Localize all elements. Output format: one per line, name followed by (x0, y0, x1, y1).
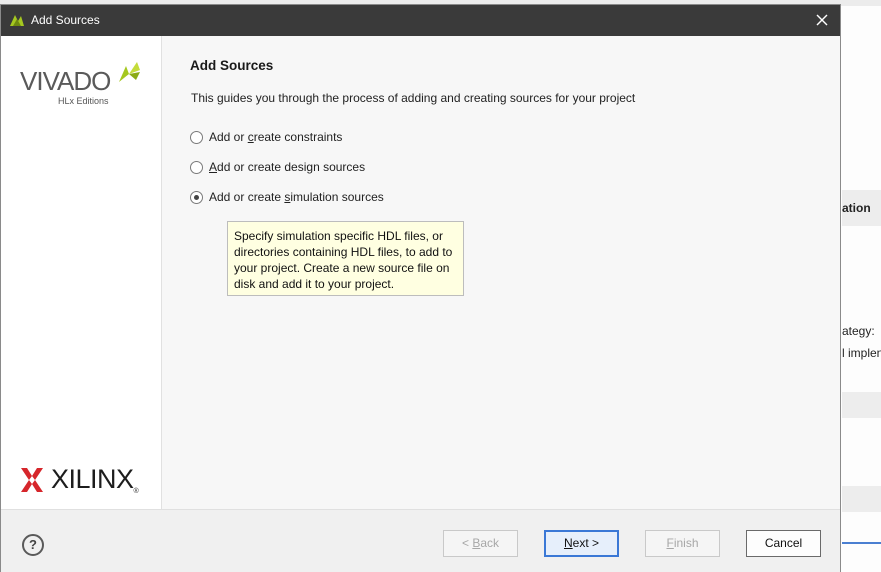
xilinx-logo: XILINX® (21, 464, 139, 495)
page-title: Add Sources (190, 58, 274, 73)
finish-button[interactable]: Finish (645, 530, 720, 557)
vivado-app-icon (9, 12, 25, 28)
close-button[interactable] (810, 8, 834, 32)
vivado-edition-text: HLx Editions (58, 96, 109, 106)
registered-mark: ® (133, 488, 139, 495)
page-description: This guides you through the process of a… (191, 91, 636, 105)
simulation-sources-tooltip: Specify simulation specific HDL files, o… (227, 221, 464, 296)
help-button[interactable]: ? (22, 534, 44, 556)
option-design-sources[interactable]: Add or create design sources (190, 160, 365, 174)
xilinx-logo-text: XILINX (51, 464, 134, 494)
option-simulation-sources[interactable]: Add or create simulation sources (190, 190, 384, 204)
help-icon: ? (29, 537, 37, 552)
window-title: Add Sources (31, 13, 100, 27)
close-icon (816, 14, 828, 26)
main-content: Add Sources This guides you through the … (162, 36, 840, 509)
title-bar[interactable]: Add Sources (1, 5, 840, 36)
option-constraints[interactable]: Add or create constraints (190, 130, 342, 144)
background-text-ation: ation (842, 201, 871, 215)
background-band-2 (842, 392, 881, 418)
option-design-sources-label: Add or create design sources (209, 160, 366, 174)
side-panel: VIVADO HLx Editions XILINX® (1, 36, 162, 509)
option-simulation-sources-label: Add or create simulation sources (209, 190, 384, 204)
radio-design-sources[interactable] (190, 160, 203, 174)
dialog-footer: ? < Back Next > Finish Cancel (1, 509, 840, 572)
vivado-logo-text: VIVADO (20, 66, 111, 96)
xilinx-x-icon (21, 467, 43, 492)
cancel-button[interactable]: Cancel (746, 530, 821, 557)
vivado-leaf-icon (116, 60, 142, 89)
next-button[interactable]: Next > (544, 530, 619, 557)
background-text-implementation: l implen (842, 346, 881, 360)
add-sources-dialog: Add Sources VIVADO HLx Editions XILINX® … (0, 4, 841, 572)
option-constraints-label: Add or create constraints (209, 130, 343, 144)
background-text-strategy: ategy: (842, 324, 875, 338)
background-progress-line (842, 542, 881, 544)
radio-simulation-sources[interactable] (190, 190, 203, 204)
background-band-3 (842, 486, 881, 512)
radio-constraints[interactable] (190, 130, 203, 144)
back-button[interactable]: < Back (443, 530, 518, 557)
vivado-logo: VIVADO HLx Editions (20, 62, 140, 106)
